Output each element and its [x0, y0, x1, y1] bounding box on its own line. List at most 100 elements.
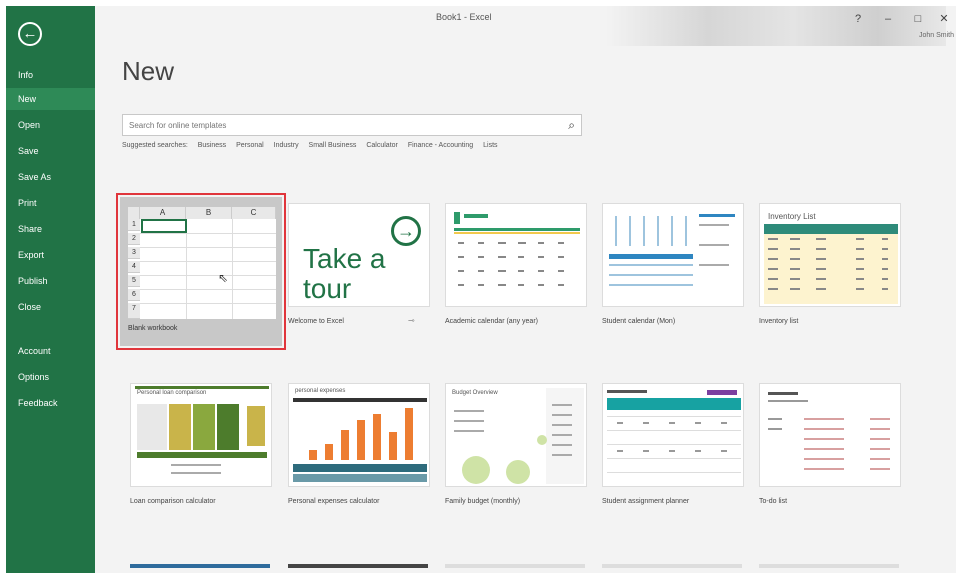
template-thumbnail-partial[interactable]: [759, 564, 899, 568]
template-card-personal-expenses[interactable]: personal expenses Personal expenses calc…: [288, 383, 430, 523]
column-header: A: [140, 207, 186, 219]
row-header: 7: [128, 303, 140, 319]
suggested-search-link[interactable]: Calculator: [366, 142, 398, 149]
template-label: Personal expenses calculator: [288, 498, 380, 505]
grid-line: [232, 219, 233, 319]
selection-highlight: A B C 1 2 3 4 5 6 7 ⇖ Blank workbook: [120, 197, 282, 346]
pin-icon[interactable]: ⊸: [408, 316, 415, 325]
column-header: C: [232, 207, 276, 219]
suggested-search-link[interactable]: Lists: [483, 142, 497, 149]
template-label: Student assignment planner: [602, 498, 690, 505]
todo-preview: [768, 392, 890, 470]
expenses-title: personal expenses: [295, 388, 346, 394]
sidebar-item-export[interactable]: Export: [6, 244, 95, 266]
suggested-search-link[interactable]: Finance - Accounting: [408, 142, 473, 149]
sidebar-item-save-as[interactable]: Save As: [6, 166, 95, 188]
template-thumbnail: [759, 383, 901, 487]
sidebar-item-print[interactable]: Print: [6, 192, 95, 214]
template-thumbnail: [445, 203, 587, 307]
template-card-family-budget[interactable]: Budget Overview Family budget (monthly): [445, 383, 587, 523]
template-label: To-do list: [759, 498, 788, 505]
template-card-inventory-list[interactable]: Inventory List Inventory list: [759, 203, 901, 343]
template-card-student-calendar[interactable]: Student calendar (Mon): [602, 203, 744, 343]
row-header: 6: [128, 289, 140, 301]
excel-backstage: ← Info New Open Save Save As Print Share…: [6, 6, 956, 573]
template-thumbnail-partial[interactable]: [445, 564, 585, 568]
expenses-preview: [293, 398, 427, 482]
calendar-preview: [454, 212, 580, 286]
sidebar-item-publish[interactable]: Publish: [6, 270, 95, 292]
suggested-search-link[interactable]: Personal: [236, 142, 264, 149]
page-title: New: [122, 56, 175, 86]
active-cell: [141, 219, 187, 233]
sidebar-item-share[interactable]: Share: [6, 218, 95, 240]
loan-title: Personal loan comparison: [137, 390, 207, 396]
sidebar-item-account[interactable]: Account: [6, 340, 95, 362]
template-thumbnail: Take a tour →: [288, 203, 430, 307]
template-card-academic-calendar[interactable]: Academic calendar (any year): [445, 203, 587, 343]
template-thumbnail-partial[interactable]: [288, 564, 428, 568]
grid-corner: [128, 207, 140, 219]
row-header: 1: [128, 219, 140, 231]
template-label: Academic calendar (any year): [445, 318, 538, 325]
suggested-search-link[interactable]: Industry: [274, 142, 299, 149]
loan-preview: [135, 386, 269, 474]
sidebar-item-options[interactable]: Options: [6, 366, 95, 388]
suggested-search-link[interactable]: Business: [198, 142, 226, 149]
template-thumbnail: Inventory List: [759, 203, 901, 307]
grid-line: [140, 247, 276, 248]
grid-line: [140, 275, 276, 276]
suggested-search-link[interactable]: Small Business: [309, 142, 357, 149]
template-card-loan-comparison[interactable]: Personal loan comparison Loan comparison…: [130, 383, 272, 523]
template-thumbnail: Budget Overview: [445, 383, 587, 487]
search-icon[interactable]: ⌕: [568, 118, 575, 133]
arrow-right-icon: →: [391, 216, 421, 246]
row-header: 4: [128, 261, 140, 273]
blank-workbook-template[interactable]: A B C 1 2 3 4 5 6 7 ⇖ Blank workbook: [116, 193, 286, 350]
template-card-welcome[interactable]: Take a tour → Welcome to Excel ⊸: [288, 203, 430, 343]
grid-line: [140, 303, 276, 304]
backstage-sidebar: ← Info New Open Save Save As Print Share…: [6, 6, 95, 573]
user-name[interactable]: John Smith: [919, 32, 954, 39]
template-label: Inventory list: [759, 318, 799, 325]
sidebar-item-open[interactable]: Open: [6, 114, 95, 136]
grid-line: [186, 219, 187, 319]
budget-preview: [454, 388, 584, 484]
template-thumbnail: personal expenses: [288, 383, 430, 487]
template-thumbnail-partial[interactable]: [130, 564, 270, 568]
grid-line: [140, 233, 276, 234]
template-thumbnail-partial[interactable]: [602, 564, 742, 568]
blank-grid-preview: A B C 1 2 3 4 5 6 7 ⇖: [128, 207, 276, 319]
column-header: B: [186, 207, 232, 219]
sidebar-item-save[interactable]: Save: [6, 140, 95, 162]
row-header: 3: [128, 247, 140, 259]
help-icon[interactable]: ?: [848, 10, 868, 28]
row-header: 5: [128, 275, 140, 287]
template-label: Blank workbook: [128, 325, 178, 332]
template-search-box[interactable]: ⌕: [122, 114, 582, 136]
back-arrow-icon[interactable]: ←: [18, 22, 42, 46]
template-label: Family budget (monthly): [445, 498, 521, 505]
row-header: 2: [128, 233, 140, 245]
planner-preview: [607, 390, 741, 473]
template-thumbnail: [602, 203, 744, 307]
student-calendar-preview: [609, 214, 735, 286]
take-a-tour-text: Take a tour: [303, 243, 386, 304]
search-input[interactable]: [123, 115, 543, 136]
template-card-to-do-list[interactable]: To-do list: [759, 383, 901, 523]
template-label: Welcome to Excel: [288, 318, 344, 325]
sidebar-item-feedback[interactable]: Feedback: [6, 392, 95, 414]
template-label: Loan comparison calculator: [130, 498, 216, 505]
sidebar-item-new[interactable]: New: [6, 88, 95, 110]
restore-button[interactable]: □: [908, 10, 928, 28]
sidebar-item-close[interactable]: Close: [6, 296, 95, 318]
sidebar-item-info[interactable]: Info: [6, 64, 95, 86]
window-title: Book1 - Excel: [436, 12, 492, 22]
mouse-cursor-icon: ⇖: [218, 271, 229, 285]
template-card-student-assignment-planner[interactable]: Student assignment planner: [602, 383, 744, 523]
budget-title: Budget Overview: [452, 390, 498, 396]
inventory-title: Inventory List: [768, 212, 816, 221]
close-button[interactable]: ✕: [934, 10, 954, 28]
minimize-button[interactable]: –: [878, 10, 898, 28]
grid-line: [140, 289, 276, 290]
